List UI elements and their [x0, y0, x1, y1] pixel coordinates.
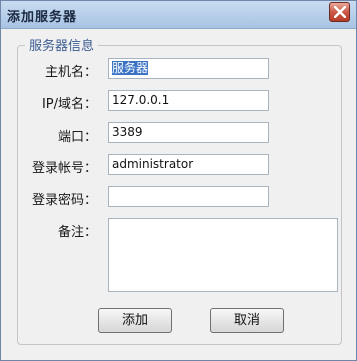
close-icon	[334, 6, 346, 18]
cancel-button[interactable]: 取消	[210, 308, 284, 333]
title-bar[interactable]: 添加服务器	[1, 1, 356, 29]
add-server-dialog: 添加服务器 服务器信息 主机名： 服务器 IP/域名： 127.0.0.1 端口…	[0, 0, 357, 361]
hostname-value: 服务器	[112, 61, 149, 75]
password-input[interactable]	[108, 186, 269, 207]
note-label: 备注：	[57, 225, 97, 240]
account-label: 登录帐号：	[31, 161, 97, 176]
note-textarea[interactable]	[108, 218, 338, 292]
password-label: 登录密码：	[31, 193, 97, 208]
add-button[interactable]: 添加	[98, 308, 172, 333]
group-title: 服务器信息	[25, 35, 99, 54]
close-button[interactable]	[329, 2, 350, 22]
port-input[interactable]: 3389	[108, 122, 269, 143]
ip-label: IP/域名：	[41, 97, 97, 112]
ip-input[interactable]: 127.0.0.1	[108, 90, 269, 111]
hostname-label: 主机名：	[44, 65, 97, 80]
hostname-input[interactable]: 服务器	[108, 58, 269, 79]
window-title: 添加服务器	[7, 10, 78, 25]
port-label: 端口：	[57, 130, 97, 145]
account-input[interactable]: administrator	[108, 154, 269, 175]
